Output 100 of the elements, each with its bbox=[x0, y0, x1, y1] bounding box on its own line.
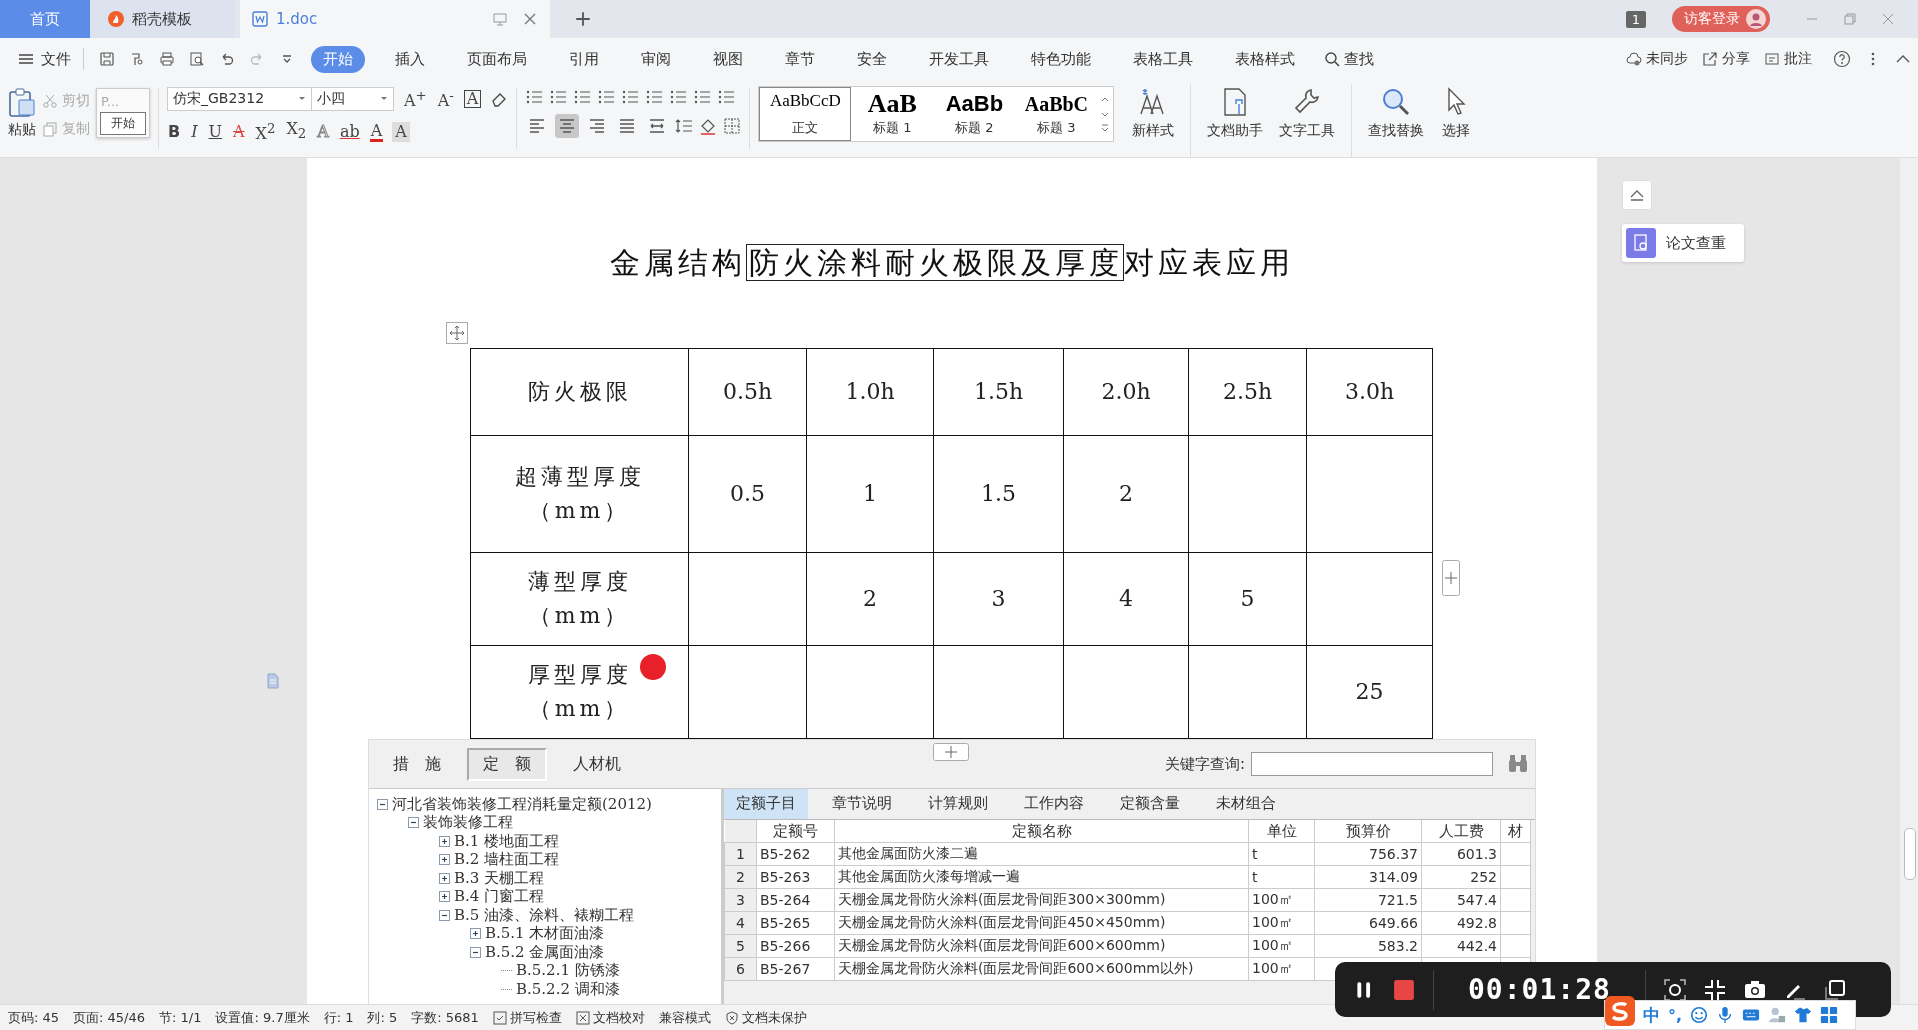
format-painter-icon[interactable] bbox=[129, 51, 145, 67]
font-format-button[interactable]: A$^{-}$ bbox=[436, 86, 455, 112]
doc-assistant-button[interactable]: 文档助手 bbox=[1190, 84, 1272, 157]
panel-subtab[interactable]: 定额子目 bbox=[724, 789, 808, 819]
tree-toggle-icon[interactable] bbox=[470, 928, 481, 940]
paragraph-icon[interactable] bbox=[597, 88, 616, 106]
font-format-button[interactable]: A bbox=[463, 89, 482, 108]
file-menu[interactable]: 文件 bbox=[18, 49, 71, 69]
ribbon-tab[interactable]: 插入 bbox=[383, 45, 437, 73]
paragraph-icon[interactable] bbox=[669, 88, 688, 106]
template-tab[interactable]: 稻壳模板 bbox=[90, 0, 235, 38]
style-preset[interactable]: AaBbCcD 正文 bbox=[759, 87, 852, 141]
spell-check-button[interactable]: 拼写检查 bbox=[492, 1008, 562, 1027]
panel-subtab[interactable]: 计算规则 bbox=[916, 789, 1000, 819]
font-format-button[interactable]: U bbox=[207, 122, 223, 142]
font-format-button[interactable]: X$^{2}$ bbox=[254, 119, 277, 145]
font-format-button[interactable]: ab bbox=[338, 122, 361, 142]
font-format-button[interactable]: A bbox=[369, 122, 384, 142]
camera-icon[interactable] bbox=[1743, 978, 1766, 1001]
document-tab[interactable]: 1.doc bbox=[240, 0, 550, 38]
find-replace-button[interactable]: 查找替换 bbox=[1351, 84, 1433, 157]
font-size-dropdown[interactable]: 小四 bbox=[311, 86, 394, 111]
font-format-button[interactable]: I bbox=[190, 122, 199, 142]
tree-toggle-icon[interactable] bbox=[439, 854, 450, 866]
new-style-button[interactable]: 新样式 bbox=[1124, 84, 1183, 157]
paragraph-icon[interactable] bbox=[717, 88, 736, 106]
keyword-search-field[interactable] bbox=[1251, 752, 1493, 776]
close-icon[interactable] bbox=[522, 11, 538, 27]
style-preset[interactable]: AaBbC 标题 3 bbox=[1015, 87, 1098, 141]
paste-button[interactable]: 粘贴 bbox=[8, 84, 36, 139]
paragraph-icon[interactable] bbox=[645, 88, 664, 106]
paragraph-icon[interactable] bbox=[621, 88, 640, 106]
sync-button[interactable]: 未同步 bbox=[1626, 50, 1688, 68]
paragraph-icon[interactable] bbox=[525, 88, 544, 106]
borders-icon[interactable] bbox=[723, 117, 742, 135]
window-icon[interactable] bbox=[1823, 978, 1846, 1001]
login-button[interactable]: 访客登录 bbox=[1672, 6, 1770, 32]
comment-button[interactable]: 批注 bbox=[1764, 50, 1812, 68]
ribbon-tab[interactable]: 视图 bbox=[701, 45, 755, 73]
input-mode-toggle[interactable]: 中 bbox=[1643, 1003, 1660, 1027]
panel-subtab[interactable]: 章节说明 bbox=[820, 789, 904, 819]
tree-toggle-icon[interactable] bbox=[439, 909, 450, 921]
shirt-icon[interactable] bbox=[1794, 1006, 1813, 1024]
shading-icon[interactable] bbox=[699, 117, 718, 135]
style-preset[interactable]: AaB 标题 1 bbox=[851, 87, 934, 141]
protection-button[interactable]: 文档未保护 bbox=[724, 1008, 807, 1027]
ribbon-tab[interactable]: 开发工具 bbox=[917, 45, 1001, 73]
panel-tab[interactable]: 措 施 bbox=[377, 747, 457, 781]
smiley-icon[interactable] bbox=[1690, 1006, 1709, 1024]
share-button[interactable]: 分享 bbox=[1702, 50, 1750, 68]
tree-item[interactable]: 装饰装修工程 bbox=[423, 813, 513, 833]
tree-item[interactable]: B.3 天棚工程 bbox=[454, 868, 545, 888]
punctuation-toggle[interactable]: °, bbox=[1668, 1005, 1683, 1025]
stop-icon[interactable] bbox=[1393, 978, 1415, 1001]
table-move-handle-icon[interactable] bbox=[446, 322, 468, 344]
ribbon-tab[interactable]: 章节 bbox=[773, 45, 827, 73]
panel-tab[interactable]: 人材机 bbox=[557, 747, 637, 781]
panel-subtab[interactable]: 定额含量 bbox=[1108, 789, 1192, 819]
panel-tab[interactable]: 定 额 bbox=[467, 747, 547, 781]
collapse-panel-icon[interactable] bbox=[1622, 180, 1652, 210]
tree-item[interactable]: B.5.2.1 防锈漆 bbox=[516, 961, 620, 981]
window-count-badge[interactable]: 1 bbox=[1625, 10, 1646, 28]
text-tools-button[interactable]: 文字工具 bbox=[1271, 84, 1344, 157]
paragraph-icon[interactable] bbox=[549, 88, 568, 106]
proofread-button[interactable]: 文档校对 bbox=[575, 1008, 645, 1027]
binoculars-icon[interactable] bbox=[1507, 754, 1529, 774]
select-button[interactable]: 选择 bbox=[1432, 84, 1481, 157]
tree-toggle-icon[interactable] bbox=[377, 798, 388, 810]
tree-item[interactable]: B.5.2.2 调和漆 bbox=[516, 979, 620, 999]
tree-item[interactable]: 河北省装饰装修工程消耗量定额(2012) bbox=[392, 794, 652, 814]
ribbon-tab[interactable]: 表格样式 bbox=[1223, 45, 1307, 73]
font-format-button[interactable]: B bbox=[167, 122, 182, 142]
ribbon-tab[interactable]: 页面布局 bbox=[455, 45, 539, 73]
plagiarism-check-button[interactable]: 论文查重 bbox=[1622, 224, 1744, 262]
tree-item[interactable]: B.5.2 金属面油漆 bbox=[485, 942, 605, 962]
ribbon-tab[interactable]: 特色功能 bbox=[1019, 45, 1103, 73]
tree-toggle-icon[interactable] bbox=[439, 872, 450, 884]
align-button[interactable] bbox=[555, 114, 580, 138]
tree-toggle-icon[interactable] bbox=[439, 891, 450, 903]
tree-toggle-icon[interactable] bbox=[408, 817, 419, 829]
grid-icon[interactable] bbox=[1820, 1006, 1839, 1024]
ribbon-tab[interactable]: 引用 bbox=[557, 45, 611, 73]
tree-item[interactable]: B.5.1 木材面油漆 bbox=[485, 924, 605, 944]
paragraph-icon[interactable] bbox=[573, 88, 592, 106]
region-capture-icon[interactable] bbox=[1663, 978, 1686, 1001]
panel-subtab[interactable]: 工作内容 bbox=[1012, 789, 1096, 819]
tree-item[interactable]: B.1 楼地面工程 bbox=[454, 831, 560, 851]
shrink-icon[interactable] bbox=[1703, 978, 1726, 1001]
vertical-scrollbar[interactable] bbox=[1900, 158, 1918, 1004]
font-format-button[interactable]: A bbox=[232, 122, 246, 142]
new-tab-icon[interactable] bbox=[574, 10, 592, 28]
line-spacing-icon[interactable] bbox=[675, 117, 694, 135]
font-name-dropdown[interactable]: 仿宋_GB2312 bbox=[167, 86, 312, 111]
save-icon[interactable] bbox=[99, 51, 115, 67]
tree-toggle-icon[interactable] bbox=[470, 946, 481, 958]
font-format-button[interactable]: A bbox=[392, 122, 410, 142]
panel-subtab[interactable]: 未材组合 bbox=[1204, 789, 1288, 819]
ribbon-tab[interactable]: 审阅 bbox=[629, 45, 683, 73]
tree-toggle-icon[interactable] bbox=[439, 835, 450, 847]
paragraph-icon[interactable] bbox=[693, 88, 712, 106]
